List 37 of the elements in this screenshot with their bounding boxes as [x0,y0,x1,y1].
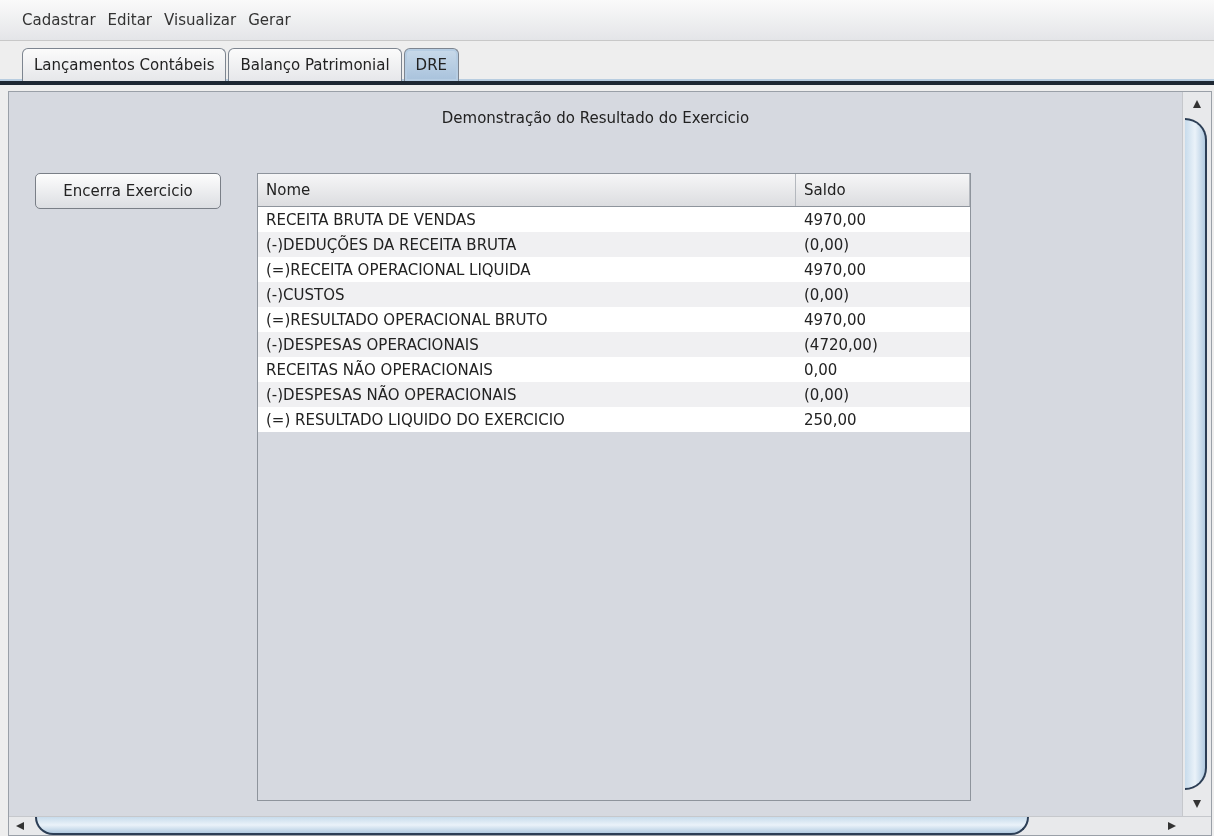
table-cell-text: 4970,00 [803,259,868,281]
menu-item[interactable]: Gerar [248,11,291,29]
menu-item[interactable]: Cadastrar [22,11,96,29]
tab[interactable]: Balanço Patrimonial [228,48,402,81]
table-cell-text: (-)DESPESAS OPERACIONAIS [265,334,480,356]
table-cell-text: (-)CUSTOS [265,284,346,306]
table-cell-text: 250,00 [803,409,858,431]
table-cell-text: 0,00 [803,359,839,381]
table-cell-text: RECEITA BRUTA DE VENDAS [265,209,477,231]
table-cell-text: (0,00) [803,384,851,406]
scroll-up-icon[interactable] [1193,100,1201,108]
horizontal-scrollbar[interactable] [9,816,1211,835]
table-cell-text: (0,00) [803,284,851,306]
table-cell-text: 4970,00 [803,209,868,231]
close-period-button[interactable]: Encerra Exercicio [35,173,221,209]
tab[interactable]: Lançamentos Contábeis [22,48,227,81]
table-cell-text: (4720,00) [803,334,879,356]
scroll-thumb[interactable] [1185,118,1207,790]
scroll-down-icon[interactable] [1193,800,1201,808]
scroll-right-icon[interactable] [1168,822,1176,830]
table-cell-text: (0,00) [803,234,851,256]
table-cell-text: (=) RESULTADO LIQUIDO DO EXERCICIO [265,409,566,431]
table-cell-text: (=)RECEITA OPERACIONAL LIQUIDA [265,259,532,281]
table-cell-text: (-)DEDUÇÕES DA RECEITA BRUTA [265,234,518,256]
column-header[interactable]: Nome [258,174,796,206]
tab[interactable]: DRE [403,48,460,81]
table-cell-text: (=)RESULTADO OPERACIONAL BRUTO [265,309,549,331]
scroll-left-icon[interactable] [16,822,24,830]
report-title: Demonstração do Resultado do Exercicio [441,109,750,127]
menu-item[interactable]: Editar [107,11,153,29]
table-cell-text: 4970,00 [803,309,868,331]
column-header[interactable]: Saldo [796,174,970,206]
table-cell-text: (-)DESPESAS NÃO OPERACIONAIS [265,384,518,406]
scroll-thumb[interactable] [35,817,1029,835]
vertical-scrollbar[interactable] [1182,92,1211,816]
table-cell-text: RECEITAS NÃO OPERACIONAIS [265,359,494,381]
menu-item[interactable]: Visualizar [164,11,237,29]
